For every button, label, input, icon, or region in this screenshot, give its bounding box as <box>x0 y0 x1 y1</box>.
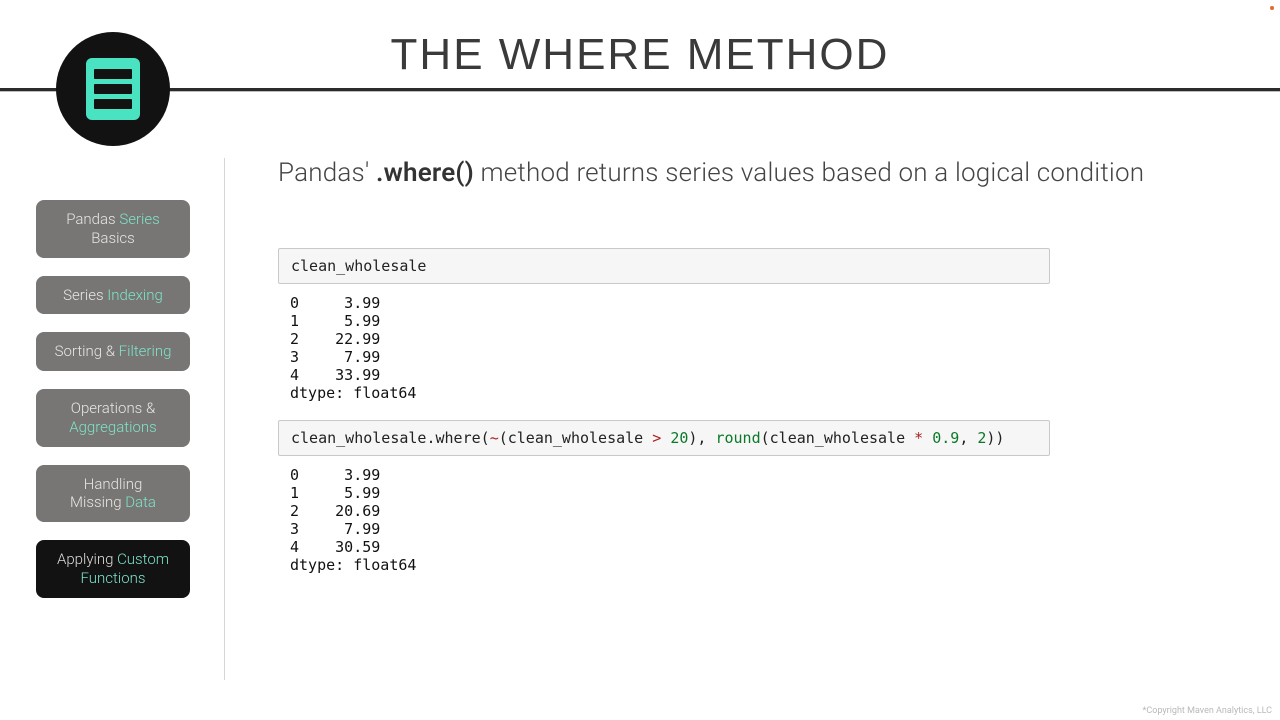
nav-accent: Functions <box>81 569 146 587</box>
nav-text: Missing <box>70 493 125 511</box>
code-text: (clean_wholesale <box>761 429 915 447</box>
output-2: 0 3.99 1 5.99 2 20.69 3 7.99 4 30.59 dty… <box>278 456 1220 592</box>
nav-accent: Aggregations <box>69 418 157 436</box>
nav-accent: Indexing <box>107 286 163 304</box>
section-nav: Pandas Series Basics Series Indexing Sor… <box>36 200 190 598</box>
nav-item-sorting-filtering[interactable]: Sorting & Filtering <box>36 332 190 371</box>
code-text: )) <box>986 429 1004 447</box>
nav-item-series-basics[interactable]: Pandas Series Basics <box>36 200 190 258</box>
nav-text: Series <box>63 286 107 304</box>
nav-accent: Filtering <box>119 342 172 360</box>
course-logo <box>56 32 170 146</box>
code-num: 0.9 <box>932 429 959 447</box>
code-text: (clean_wholesale <box>499 429 653 447</box>
nav-text: Sorting & <box>55 342 119 360</box>
code-cell-2: clean_wholesale.where(~(clean_wholesale … <box>278 420 1050 456</box>
code-op-tilde: ~ <box>490 429 499 447</box>
lead-suffix: method returns series values based on a … <box>474 158 1144 188</box>
nav-item-operations-aggregations[interactable]: Operations & Aggregations <box>36 389 190 447</box>
nav-text: Basics <box>91 229 135 247</box>
nav-item-handling-missing-data[interactable]: Handling Missing Data <box>36 465 190 523</box>
code-func-round: round <box>715 429 760 447</box>
code-text: , <box>959 429 977 447</box>
code-op-mul: * <box>914 429 923 447</box>
header-divider <box>0 88 1280 92</box>
code-num: 20 <box>670 429 688 447</box>
code-text: ), <box>688 429 715 447</box>
nav-item-series-indexing[interactable]: Series Indexing <box>36 276 190 315</box>
lead-sentence: Pandas' .where() method returns series v… <box>278 158 1220 188</box>
slide-title: THE WHERE METHOD <box>0 0 1280 80</box>
lead-method: .where() <box>376 158 474 188</box>
nav-text: Handling <box>84 475 143 493</box>
series-icon <box>86 58 140 120</box>
nav-text: Pandas <box>66 210 119 228</box>
nav-accent: Series <box>119 210 159 228</box>
code-text: clean_wholesale <box>291 257 426 275</box>
code-op-gt: > <box>652 429 661 447</box>
lead-prefix: Pandas' <box>278 158 376 188</box>
copyright-footer: *Copyright Maven Analytics, LLC <box>1143 706 1272 716</box>
nav-item-applying-custom-functions[interactable]: Applying Custom Functions <box>36 540 190 598</box>
slide-header: THE WHERE METHOD <box>0 0 1280 90</box>
code-text <box>923 429 932 447</box>
nav-text: Operations & <box>71 399 155 417</box>
code-cell-1: clean_wholesale <box>278 248 1050 284</box>
slide-body: Pandas' .where() method returns series v… <box>278 158 1220 592</box>
vertical-divider <box>224 158 225 680</box>
nav-text: Applying <box>57 550 117 568</box>
nav-accent: Data <box>125 493 156 511</box>
code-text: clean_wholesale.where( <box>291 429 490 447</box>
nav-accent: Custom <box>117 550 169 568</box>
code-text <box>661 429 670 447</box>
output-1: 0 3.99 1 5.99 2 22.99 3 7.99 4 33.99 dty… <box>278 284 1220 420</box>
